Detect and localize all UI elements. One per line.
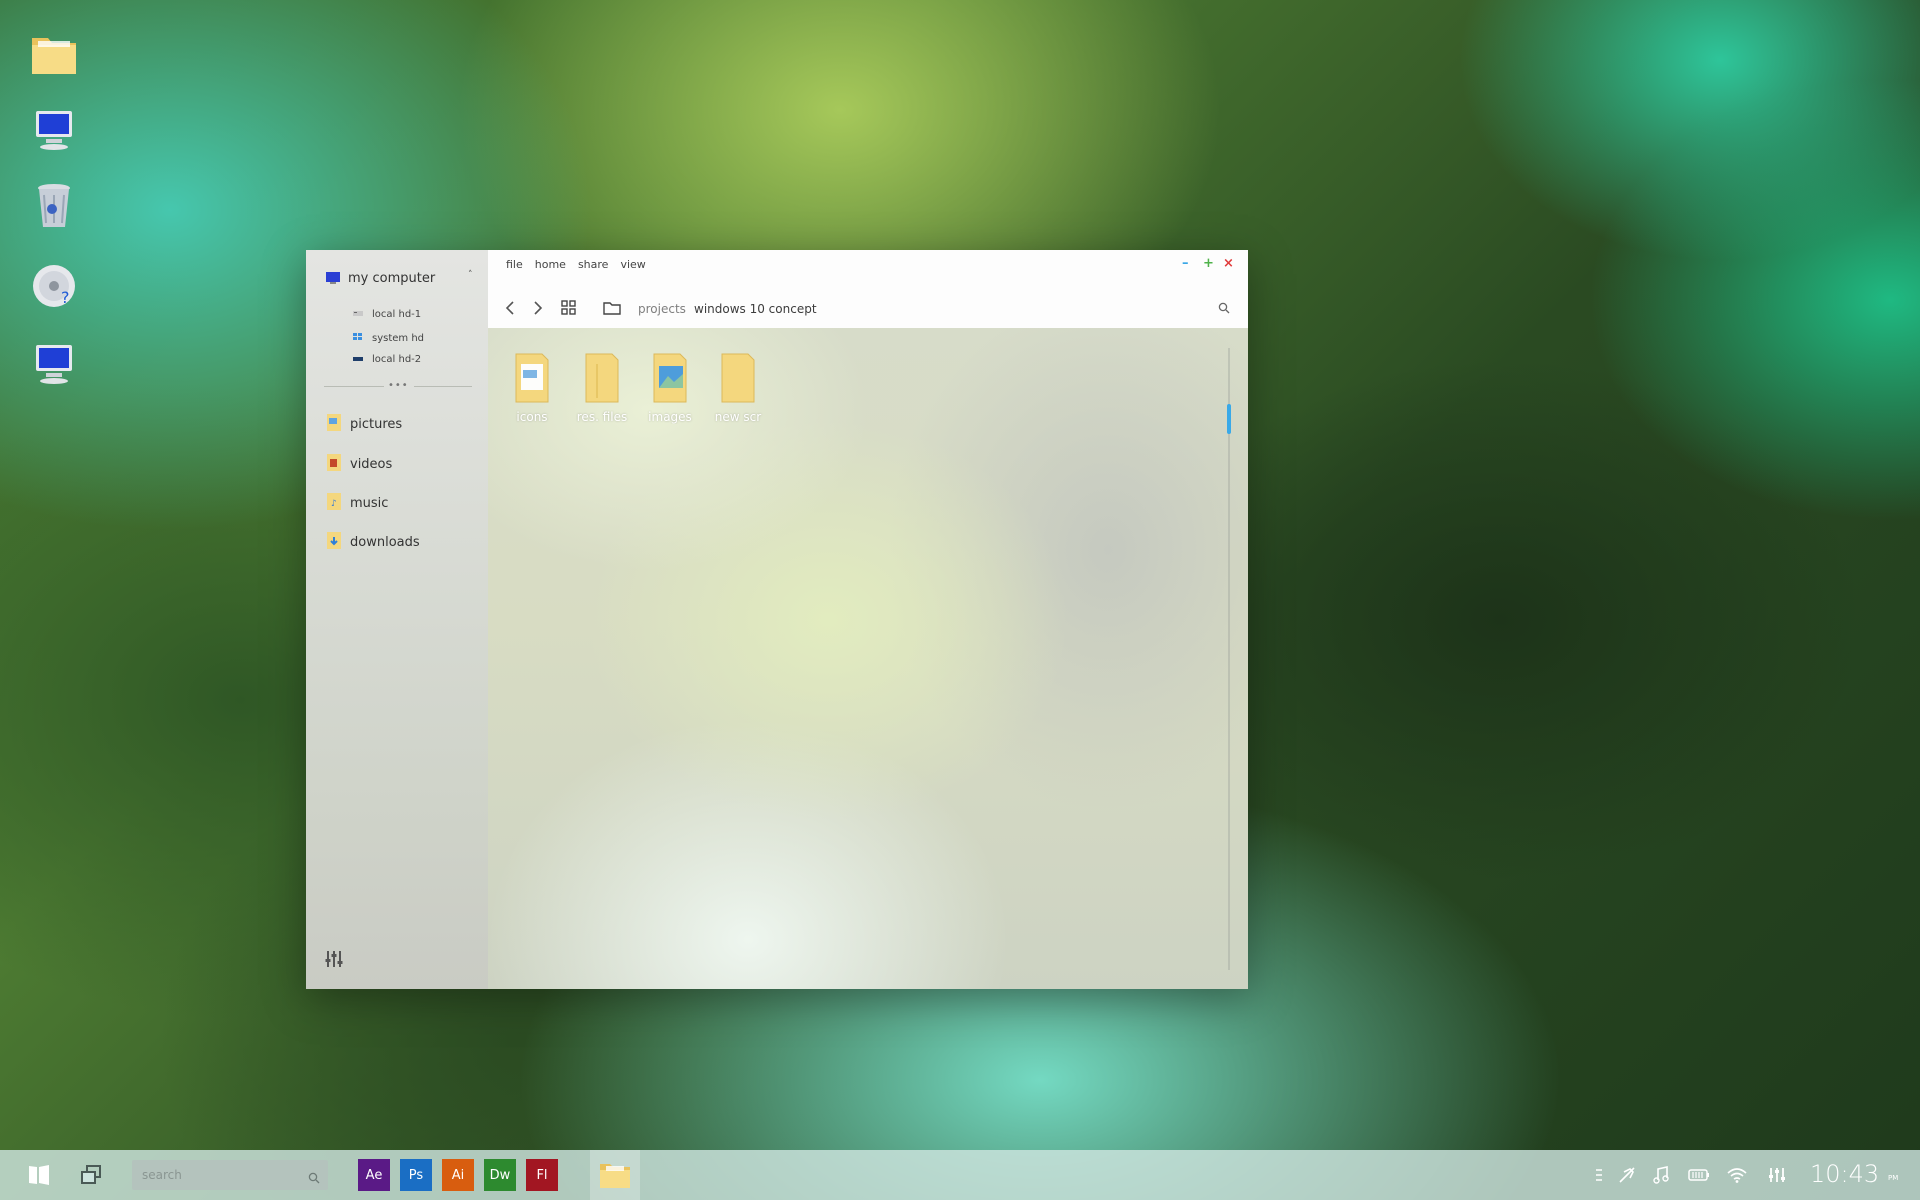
maximize-button[interactable]: + bbox=[1203, 256, 1214, 271]
task-view-icon[interactable] bbox=[76, 1160, 106, 1190]
sidebar-item-pictures[interactable]: pictures bbox=[326, 413, 402, 435]
clock-ampm: PM bbox=[1888, 1174, 1899, 1182]
photoshop-app-button[interactable]: Ps bbox=[400, 1159, 432, 1191]
drive-label: local hd-1 bbox=[372, 308, 422, 320]
back-arrow-icon[interactable] bbox=[500, 298, 520, 318]
sidebar-item-label: videos bbox=[350, 456, 393, 472]
svg-text:?: ? bbox=[61, 288, 70, 307]
settings-sliders-icon[interactable] bbox=[324, 950, 344, 972]
folder-item-new-scr[interactable]: new scr bbox=[706, 350, 770, 424]
folder-icon bbox=[718, 353, 758, 408]
sidebar-drive-local-hd-2[interactable]: local hd-2 bbox=[352, 351, 421, 367]
folder-images-icon bbox=[650, 353, 690, 408]
scrollbar-thumb[interactable] bbox=[1227, 404, 1231, 434]
menu-bar: file home share view bbox=[506, 258, 646, 271]
battery-icon[interactable] bbox=[1688, 1164, 1710, 1186]
minimize-button[interactable]: – bbox=[1182, 256, 1189, 271]
breadcrumb-projects[interactable]: projects bbox=[638, 302, 686, 316]
menu-view[interactable]: view bbox=[620, 258, 645, 271]
title-bar: file home share view – + × projects wind… bbox=[488, 250, 1248, 328]
downloads-folder-icon bbox=[326, 530, 342, 554]
overflow-menu-icon[interactable] bbox=[1588, 1164, 1610, 1186]
taskbar: search Ae Ps Ai Dw Fl 10:43 PM bbox=[0, 1150, 1920, 1200]
folder-icon bbox=[512, 353, 552, 408]
computer-icon[interactable] bbox=[28, 104, 80, 156]
sidebar-item-my-computer[interactable]: my computer ˄ bbox=[326, 268, 476, 288]
sidebar-drive-local-hd-1[interactable]: local hd-1 bbox=[352, 306, 421, 322]
breadcrumb-current[interactable]: windows 10 concept bbox=[694, 302, 817, 316]
file-explorer-taskbar-icon[interactable] bbox=[590, 1150, 640, 1200]
music-folder-icon: ♪ bbox=[326, 491, 342, 515]
videos-folder-icon bbox=[326, 452, 342, 476]
folder-label: new scr bbox=[714, 410, 762, 424]
sidebar-computer-label: my computer bbox=[348, 270, 436, 286]
illustrator-app-button[interactable]: Ai bbox=[442, 1159, 474, 1191]
divider bbox=[414, 386, 472, 387]
folder-icon bbox=[582, 353, 622, 408]
taskbar-search-input[interactable]: search bbox=[132, 1160, 328, 1190]
drive-icon bbox=[352, 308, 364, 321]
grid-view-icon[interactable] bbox=[559, 298, 579, 318]
chevron-up-icon[interactable]: ˄ bbox=[468, 270, 473, 280]
clock-time[interactable]: 10:43 bbox=[1810, 1160, 1879, 1188]
sidebar-item-music[interactable]: ♪ music bbox=[326, 492, 388, 514]
folder-item-icons[interactable]: icons bbox=[500, 350, 564, 424]
search-placeholder: search bbox=[142, 1168, 182, 1182]
wifi-icon[interactable] bbox=[1726, 1164, 1748, 1186]
start-button-icon[interactable] bbox=[24, 1160, 54, 1190]
search-icon[interactable] bbox=[1214, 298, 1234, 318]
svg-text:♪: ♪ bbox=[331, 499, 337, 509]
sidebar-item-label: pictures bbox=[350, 416, 403, 432]
sidebar: my computer ˄ local hd-1 system hd local… bbox=[306, 250, 488, 989]
menu-home[interactable]: home bbox=[535, 258, 566, 271]
disc-icon[interactable]: ? bbox=[28, 260, 80, 312]
airplane-mode-icon[interactable] bbox=[1616, 1164, 1638, 1186]
more-dots-icon[interactable]: ••• bbox=[388, 380, 409, 391]
scrollbar-track[interactable] bbox=[1228, 348, 1230, 970]
sidebar-item-downloads[interactable]: downloads bbox=[326, 531, 420, 553]
windows-drive-icon bbox=[352, 332, 364, 345]
folder-label: images bbox=[648, 410, 692, 424]
sidebar-drive-system-hd[interactable]: system hd bbox=[352, 330, 424, 346]
recycle-bin-icon[interactable] bbox=[28, 180, 80, 232]
navigation-bar: projects windows 10 concept bbox=[488, 288, 1248, 328]
divider bbox=[324, 386, 384, 387]
main-pane: file home share view – + × projects wind… bbox=[488, 250, 1248, 989]
folder-label: res. files bbox=[576, 410, 628, 424]
folder-item-images[interactable]: images bbox=[638, 350, 702, 424]
sidebar-item-label: downloads bbox=[350, 534, 420, 550]
dreamweaver-app-button[interactable]: Dw bbox=[484, 1159, 516, 1191]
drive-icon bbox=[352, 353, 364, 366]
sidebar-item-label: music bbox=[350, 495, 389, 511]
menu-file[interactable]: file bbox=[506, 258, 523, 271]
pictures-folder-icon bbox=[326, 412, 342, 436]
computer-icon bbox=[326, 269, 340, 288]
search-icon[interactable] bbox=[308, 1169, 320, 1188]
drive-label: system hd bbox=[372, 332, 425, 344]
folder-item-res-files[interactable]: res. files bbox=[570, 350, 634, 424]
settings-sliders-icon[interactable] bbox=[1766, 1164, 1788, 1186]
file-explorer-window: my computer ˄ local hd-1 system hd local… bbox=[306, 250, 1248, 989]
drive-label: local hd-2 bbox=[372, 353, 422, 365]
close-button[interactable]: × bbox=[1223, 256, 1234, 271]
network-computer-icon[interactable] bbox=[28, 338, 80, 390]
menu-share[interactable]: share bbox=[578, 258, 609, 271]
sidebar-item-videos[interactable]: videos bbox=[326, 453, 392, 475]
folder-label: icons bbox=[516, 410, 548, 424]
desktop-folder-icon[interactable] bbox=[28, 28, 80, 80]
flash-app-button[interactable]: Fl bbox=[526, 1159, 558, 1191]
music-note-icon[interactable] bbox=[1650, 1164, 1672, 1186]
folder-outline-icon bbox=[602, 298, 622, 318]
forward-arrow-icon[interactable] bbox=[528, 298, 548, 318]
after-effects-app-button[interactable]: Ae bbox=[358, 1159, 390, 1191]
